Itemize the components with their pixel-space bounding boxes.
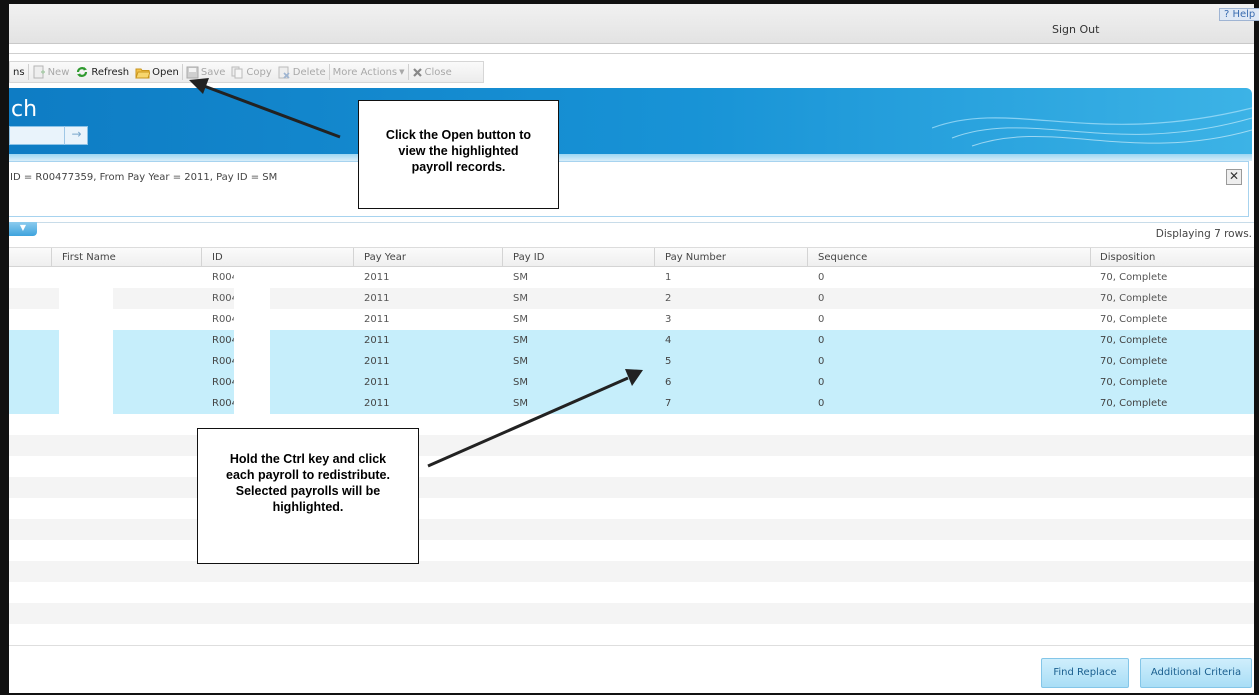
arrowhead-icon	[189, 78, 209, 94]
annotation-arrows	[189, 78, 643, 468]
arrow-to-open-button	[203, 84, 341, 139]
arrow-to-selected-rows	[427, 376, 629, 468]
